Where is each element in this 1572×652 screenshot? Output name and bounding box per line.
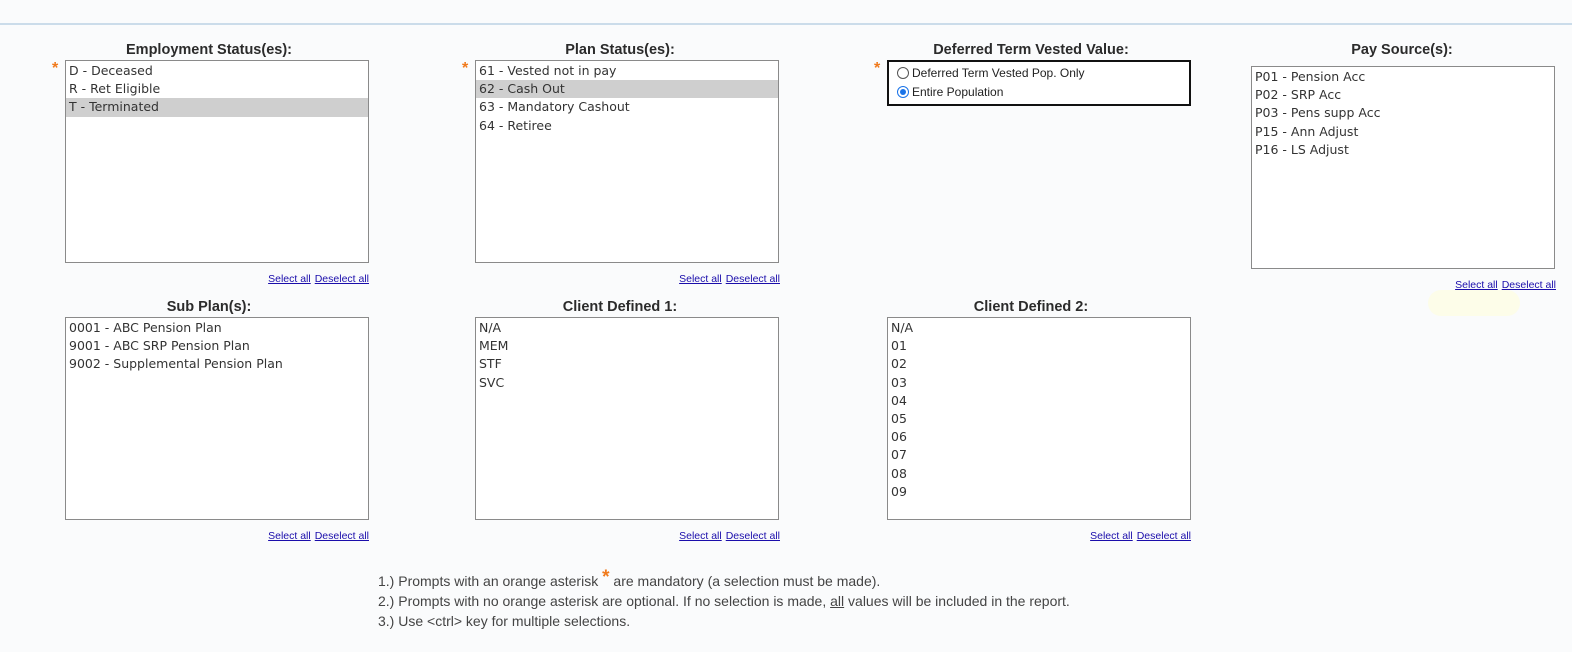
list-option[interactable]: 03 <box>888 374 1190 392</box>
list-option[interactable]: 08 <box>888 465 1190 483</box>
deselect-all-link[interactable]: Deselect all <box>315 273 369 285</box>
deferred-term-vested-title: Deferred Term Vested Value: <box>933 42 1129 58</box>
list-option[interactable]: SVC <box>476 374 778 392</box>
deferred-only-option[interactable]: Deferred Term Vested Pop. Only <box>897 66 1085 80</box>
list-option[interactable]: P16 - LS Adjust <box>1252 141 1554 159</box>
entire-population-option[interactable]: Entire Population <box>897 85 1003 99</box>
employment-status-title: Employment Status(es): <box>126 42 292 58</box>
deselect-all-link[interactable]: Deselect all <box>726 530 780 542</box>
select-all-link[interactable]: Select all <box>268 273 311 285</box>
deferred-only-radio[interactable] <box>897 67 909 79</box>
list-option[interactable]: P02 - SRP Acc <box>1252 86 1554 104</box>
list-option[interactable]: 62 - Cash Out <box>476 80 778 99</box>
client-defined-1-links: Select all Deselect all <box>675 530 780 542</box>
select-all-link[interactable]: Select all <box>679 530 722 542</box>
list-option[interactable]: MEM <box>476 337 778 355</box>
list-option[interactable]: 07 <box>888 446 1190 464</box>
list-option[interactable]: 63 - Mandatory Cashout <box>476 98 778 116</box>
plan-status-title: Plan Status(es): <box>565 42 675 58</box>
entire-population-radio[interactable] <box>897 86 909 98</box>
list-option[interactable]: P03 - Pens supp Acc <box>1252 104 1554 122</box>
list-option[interactable]: N/A <box>476 319 778 337</box>
entire-population-label: Entire Population <box>912 85 1004 99</box>
list-option[interactable]: T - Terminated <box>66 98 368 117</box>
client-defined-2-list[interactable]: N/A 01 02 03 04 05 06 07 08 09 <box>887 317 1191 520</box>
list-option[interactable]: STF <box>476 355 778 373</box>
client-defined-1-list[interactable]: N/A MEM STF SVC <box>475 317 779 520</box>
deselect-all-link[interactable]: Deselect all <box>315 530 369 542</box>
list-option[interactable]: 9001 - ABC SRP Pension Plan <box>66 337 368 355</box>
select-all-link[interactable]: Select all <box>1090 530 1133 542</box>
sub-plan-links: Select all Deselect all <box>264 530 369 542</box>
list-option[interactable]: 61 - Vested not in pay <box>476 62 778 80</box>
select-all-link[interactable]: Select all <box>268 530 311 542</box>
note-1: 1.) Prompts with an orange asterisk * ar… <box>378 568 1070 591</box>
mandatory-asterisk: * <box>462 60 469 77</box>
deselect-all-link[interactable]: Deselect all <box>726 273 780 285</box>
note-2-all: all <box>830 593 845 609</box>
deselect-all-link[interactable]: Deselect all <box>1137 530 1191 542</box>
list-option[interactable]: 06 <box>888 428 1190 446</box>
list-option[interactable]: D - Deceased <box>66 62 368 80</box>
list-option[interactable]: N/A <box>888 319 1190 337</box>
list-option[interactable]: 01 <box>888 337 1190 355</box>
deferred-term-vested-group: Deferred Term Vested Pop. Only Entire Po… <box>887 60 1191 106</box>
client-defined-2-title: Client Defined 2: <box>973 299 1089 315</box>
list-option[interactable]: R - Ret Eligible <box>66 80 368 98</box>
instructions-notes: 1.) Prompts with an orange asterisk * ar… <box>378 568 1070 631</box>
employment-status-list[interactable]: D - Deceased R - Ret Eligible T - Terminat… <box>65 60 369 263</box>
mandatory-asterisk: * <box>52 60 59 77</box>
list-option[interactable]: P01 - Pension Acc <box>1252 68 1554 86</box>
highlight-blob <box>1428 290 1520 316</box>
pay-source-list[interactable]: P01 - Pension Acc P02 - SRP Acc P03 - Pens… <box>1251 66 1555 269</box>
list-option[interactable]: 64 - Retiree <box>476 117 778 135</box>
plan-status-links: Select all Deselect all <box>675 273 780 285</box>
client-defined-1-title: Client Defined 1: <box>562 299 678 315</box>
list-option[interactable]: 02 <box>888 355 1190 373</box>
note-2-text: 2.) Prompts with no orange asterisk are … <box>378 593 831 609</box>
pay-source-title: Pay Source(s): <box>1351 42 1453 58</box>
client-defined-2-links: Select all Deselect all <box>1086 530 1191 542</box>
deselect-all-link[interactable]: Deselect all <box>1502 279 1556 291</box>
list-option[interactable]: 04 <box>888 392 1190 410</box>
plan-status-list[interactable]: 61 - Vested not in pay 62 - Cash Out 63 - … <box>475 60 779 263</box>
list-option[interactable]: 0001 - ABC Pension Plan <box>66 319 368 337</box>
select-all-link[interactable]: Select all <box>679 273 722 285</box>
note-1-text-end: are mandatory (a selection must be made)… <box>609 573 881 589</box>
note-3: 3.) Use <ctrl> key for multiple selectio… <box>378 613 631 629</box>
mandatory-asterisk: * <box>874 60 881 77</box>
list-option[interactable]: 09 <box>888 483 1190 501</box>
sub-plan-title: Sub Plan(s): <box>166 299 252 315</box>
note-1-text: 1.) Prompts with an orange asterisk <box>378 573 603 589</box>
deferred-only-label: Deferred Term Vested Pop. Only <box>912 66 1085 80</box>
header-bar <box>0 0 1572 25</box>
note-2-text-end: values will be included in the report. <box>844 593 1070 609</box>
list-option[interactable]: P15 - Ann Adjust <box>1252 123 1554 141</box>
list-option[interactable]: 9002 - Supplemental Pension Plan <box>66 355 368 373</box>
list-option[interactable]: 05 <box>888 410 1190 428</box>
orange-asterisk-icon: * <box>602 567 610 588</box>
employment-status-links: Select all Deselect all <box>264 273 369 285</box>
sub-plan-list[interactable]: 0001 - ABC Pension Plan 9001 - ABC SRP Pe… <box>65 317 369 520</box>
note-2: 2.) Prompts with no orange asterisk are … <box>378 591 1070 611</box>
